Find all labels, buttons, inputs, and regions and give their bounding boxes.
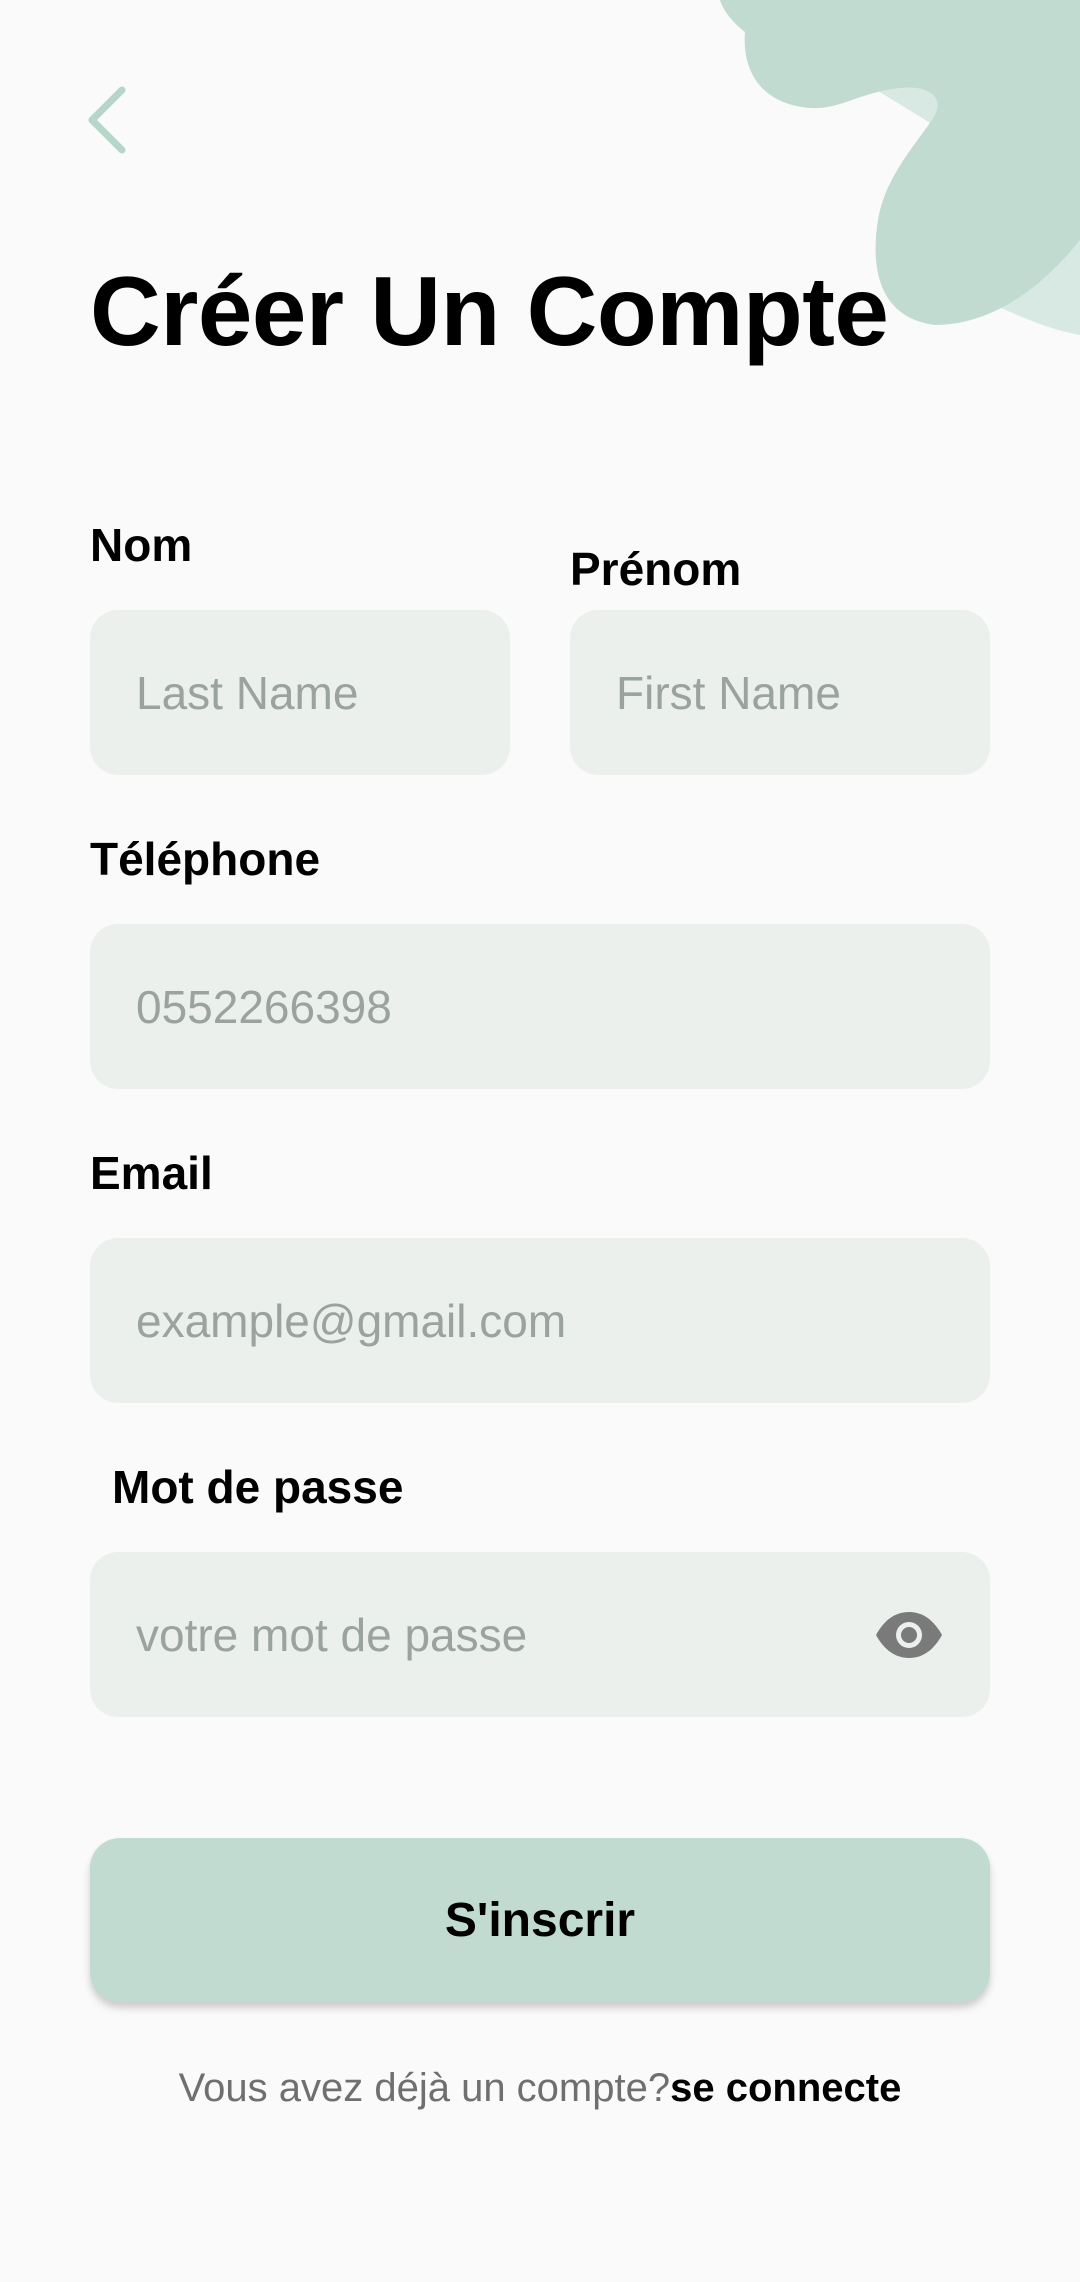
phone-field <box>90 924 990 1089</box>
back-button[interactable] <box>80 80 140 160</box>
login-link[interactable]: se connecte <box>670 2066 901 2110</box>
login-prompt-text: Vous avez déjà un compte? <box>178 2066 671 2110</box>
phone-input[interactable] <box>90 924 990 1089</box>
first-name-field <box>570 610 990 775</box>
last-name-label: Nom <box>90 519 193 571</box>
login-prompt: Vous avez déjà un compte?se connecte <box>0 2066 1080 2111</box>
page-title: Créer Un Compte <box>90 256 889 366</box>
password-field <box>90 1552 990 1717</box>
toggle-password-visibility-button[interactable] <box>874 1610 944 1660</box>
email-label: Email <box>90 1147 213 1199</box>
chevron-left-icon <box>88 86 126 154</box>
email-field <box>90 1238 990 1403</box>
first-name-label: Prénom <box>570 543 742 595</box>
password-label: Mot de passe <box>112 1461 404 1513</box>
first-name-input[interactable] <box>570 610 990 775</box>
last-name-input[interactable] <box>90 610 510 775</box>
password-input[interactable] <box>90 1552 990 1717</box>
signup-button[interactable]: S'inscrir <box>90 1838 990 2002</box>
last-name-field <box>90 610 510 775</box>
eye-icon <box>876 1611 942 1658</box>
email-input[interactable] <box>90 1238 990 1403</box>
phone-label: Téléphone <box>90 833 321 885</box>
